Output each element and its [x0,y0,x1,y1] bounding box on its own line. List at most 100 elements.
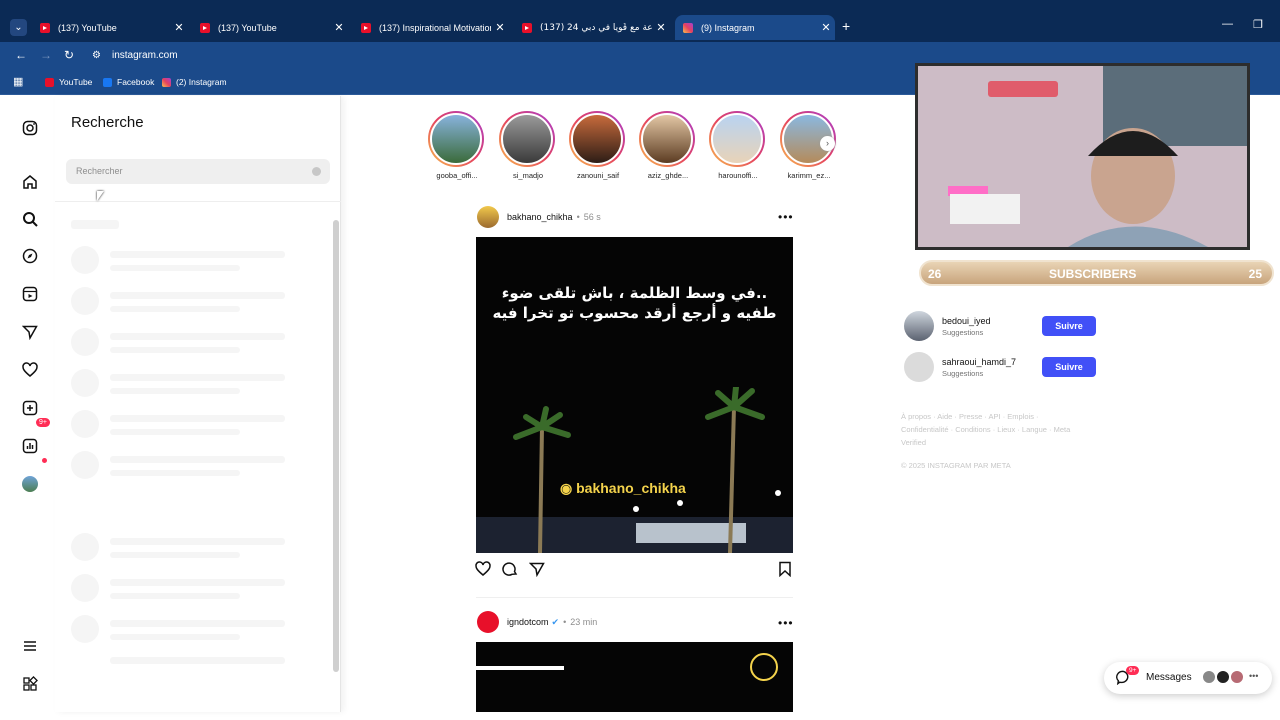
follow-button[interactable]: Suivre [1042,316,1096,336]
reels-icon[interactable] [20,284,40,304]
close-tab-icon[interactable]: ✕ [170,21,188,34]
browser-tab[interactable]: (137) YouTube ✕ [192,15,348,40]
skeleton-line [110,333,285,340]
bookmark-facebook[interactable]: Facebook [103,77,154,87]
post-author-name[interactable]: igndotcom [507,617,549,627]
post-divider [476,597,793,598]
share-icon[interactable] [528,561,545,582]
skeleton-line [110,456,285,463]
also-from-meta-icon[interactable] [20,674,40,694]
browser-tab[interactable]: (137) 24 ساعة مع قُويا في دبي - ✕ [514,15,670,40]
avatar-image [22,476,38,492]
direct-messages-icon[interactable] [20,322,40,342]
search-panel-title: Recherche [71,114,144,131]
skeleton-line [110,347,240,353]
post-media[interactable] [476,642,793,712]
stories-next-icon[interactable]: › [820,136,835,151]
skeleton-heading [71,220,119,229]
tab-search-button[interactable]: ⌄ [10,19,27,36]
footer-copyright: © 2025 INSTAGRAM PAR META [901,461,1011,470]
comment-icon[interactable] [502,561,518,582]
conversation-avatar [1202,670,1216,684]
bookmark-youtube[interactable]: YouTube [45,77,92,87]
story-avatar [641,113,693,165]
post-author-avatar[interactable] [477,611,499,633]
skeleton-line [110,579,285,586]
dashboard-icon[interactable] [20,436,40,456]
close-tab-icon[interactable]: ✕ [330,21,348,34]
skeleton-avatar [71,287,99,315]
story-item[interactable]: gooba_offi... [428,111,486,180]
like-heart-icon[interactable] [475,561,491,582]
browser-tab-active[interactable]: (9) Instagram ✕ [675,15,835,40]
save-bookmark-icon[interactable] [777,561,793,582]
menu-icon[interactable] [20,636,40,656]
address-bar[interactable]: instagram.com [112,50,178,61]
skeleton-avatar [71,574,99,602]
subscriber-count-left: 26 [928,267,942,281]
post-more-icon[interactable]: ••• [778,210,794,224]
post-time: 56 s [583,212,601,222]
skeleton-avatar [71,615,99,643]
skeleton-line [110,265,240,271]
suggestion-avatar[interactable] [904,311,934,341]
verified-badge-icon: ✔ [551,616,560,627]
story-item[interactable]: zanouni_saif [569,111,627,180]
clear-search-icon[interactable] [312,167,321,176]
reload-icon[interactable]: ↻ [64,48,74,62]
skeleton-line [110,429,240,435]
browser-tab[interactable]: (137) Inspirational Motivational ✕ [353,15,509,40]
screen: ⌄ (137) YouTube ✕ (137) YouTube ✕ (137) … [0,0,1280,720]
facebook-icon [103,77,112,87]
profile-avatar[interactable] [20,474,40,494]
post-author-avatar[interactable] [477,206,499,228]
messages-pill[interactable]: 9+ Messages ••• [1104,662,1272,694]
forward-icon[interactable]: → [40,48,52,62]
browser-tab[interactable]: (137) YouTube ✕ [32,15,188,40]
skeleton-line [110,657,285,664]
apps-grid-icon[interactable]: ▦ [13,75,23,88]
home-icon[interactable] [20,172,40,192]
youtube-icon [361,22,371,33]
follow-button[interactable]: Suivre [1042,357,1096,377]
skeleton-avatar [71,328,99,356]
conversation-avatar [1230,670,1244,684]
more-conversations-icon: ••• [1249,671,1259,681]
post-caption-overlay: في وسط الظلمة ، باش تلقى ضوء.. طفيه و أر… [492,284,777,322]
story-item[interactable]: si_madjo [499,111,557,180]
create-icon[interactable] [20,398,40,418]
bookmark-instagram[interactable]: (2) Instagram [162,77,227,87]
close-tab-icon[interactable]: ✕ [817,21,835,34]
footer-links[interactable]: À propos · Aide · Presse · API · Emplois… [901,410,1081,449]
skeleton-line [110,538,285,545]
skeleton-line [110,306,240,312]
minimize-icon[interactable]: — [1222,18,1233,30]
post-media[interactable]: في وسط الظلمة ، باش تلقى ضوء.. طفيه و أر… [476,237,793,553]
skeleton-line [110,470,240,476]
suggestion-username[interactable]: bedoui_iyed [942,316,991,326]
story-item[interactable]: harounoffi... [709,111,767,180]
explore-icon[interactable] [20,246,40,266]
panel-scrollbar[interactable] [333,220,339,672]
search-input[interactable]: Rechercher [66,159,330,184]
webcam-scene [918,66,1247,247]
story-avatar [501,113,553,165]
browser-tab-bar: ⌄ (137) YouTube ✕ (137) YouTube ✕ (137) … [0,0,1280,42]
suggestion-avatar[interactable] [904,352,934,382]
post-more-icon[interactable]: ••• [778,616,794,630]
close-tab-icon[interactable]: ✕ [652,21,670,34]
instagram-icon [683,22,693,33]
site-info-icon[interactable]: ⚙ [92,50,101,61]
post-author-name[interactable]: bakhano_chikha [507,212,573,222]
skeleton-avatar [71,410,99,438]
notifications-heart-icon[interactable] [20,360,40,380]
restore-icon[interactable]: ❐ [1253,18,1263,31]
back-icon[interactable]: ← [15,48,27,62]
story-item[interactable]: aziz_ghde... [639,111,697,180]
story-avatar [711,113,763,165]
new-tab-button[interactable]: + [842,18,850,34]
instagram-logo-icon[interactable] [20,118,40,138]
search-icon[interactable] [20,209,40,229]
close-tab-icon[interactable]: ✕ [491,21,509,34]
suggestion-username[interactable]: sahraoui_hamdi_7 [942,357,1016,367]
